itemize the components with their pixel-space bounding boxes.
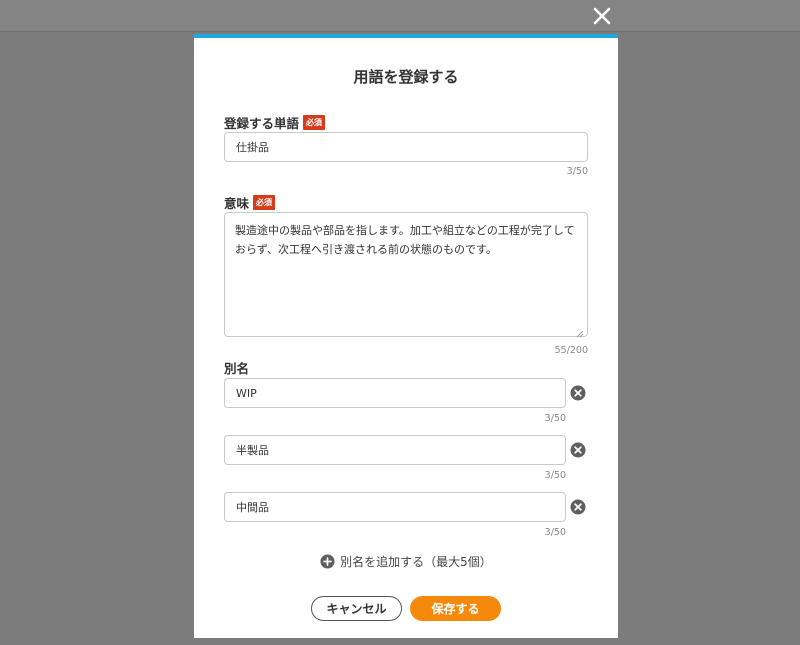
required-badge: 必須 [253,195,276,210]
remove-circle-icon [570,385,586,401]
close-icon [593,7,611,25]
alias-label: 別名 [224,361,250,376]
overlay-topbar [0,0,800,32]
alias-1-char-count: 3/50 [544,413,566,424]
resize-grip-icon[interactable] [576,330,584,338]
alias-2-char-count: 3/50 [544,470,566,481]
word-input[interactable] [224,132,588,162]
save-button[interactable]: 保存する [410,596,501,621]
remove-alias-1-button[interactable] [570,385,586,401]
add-alias-button[interactable]: 別名を追加する（最大5個） [194,553,618,570]
meaning-textarea[interactable]: 製造途中の製品や部品を指します。加工や組立などの工程が完了しておらず、次工程へ引… [224,212,588,337]
meaning-label-row: 意味 必須 [224,193,276,212]
word-char-count: 3/50 [566,166,588,177]
word-label-row: 登録する単語 必須 [224,113,326,132]
alias-input-1[interactable] [224,378,566,408]
word-label: 登録する単語 [224,116,300,131]
remove-circle-icon [570,442,586,458]
meaning-char-count: 55/200 [554,345,588,356]
alias-input-2[interactable] [224,435,566,465]
remove-circle-icon [570,499,586,515]
alias-label-row: 別名 [224,358,249,377]
register-term-modal: 用語を登録する 登録する単語 必須 3/50 意味 必須 製造途中の製品や部品を… [194,34,618,638]
remove-alias-3-button[interactable] [570,499,586,515]
alias-input-3[interactable] [224,492,566,522]
cancel-button[interactable]: キャンセル [311,596,402,621]
remove-alias-2-button[interactable] [570,442,586,458]
plus-circle-icon [320,554,335,569]
required-badge: 必須 [303,115,326,130]
close-button[interactable] [589,3,615,29]
meaning-label: 意味 [224,196,250,211]
modal-title: 用語を登録する [353,68,459,86]
add-alias-label: 別名を追加する（最大5個） [340,555,492,569]
alias-3-char-count: 3/50 [544,527,566,538]
